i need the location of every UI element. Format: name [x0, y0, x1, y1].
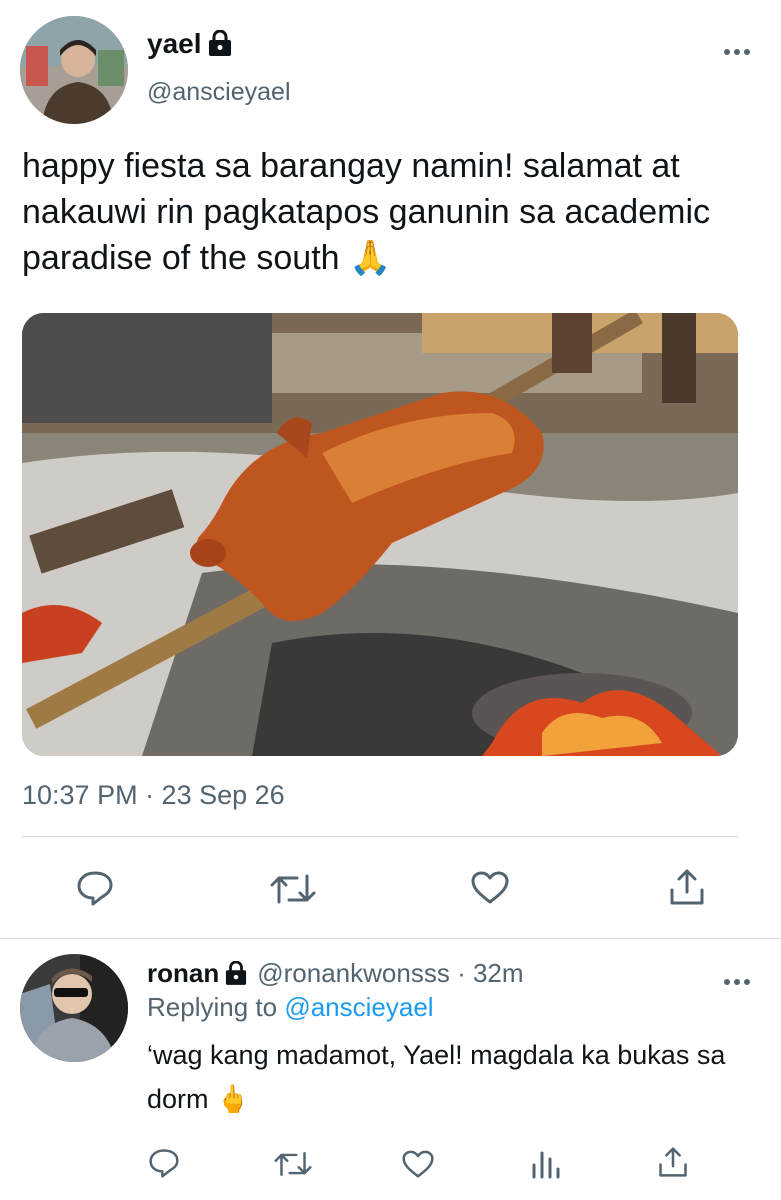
lock-icon: [208, 29, 232, 61]
reply-age[interactable]: 32m: [473, 958, 524, 988]
analytics-icon[interactable]: [531, 1147, 561, 1179]
more-options-icon[interactable]: [722, 37, 752, 63]
like-icon[interactable]: [471, 871, 509, 905]
author-avatar[interactable]: [20, 16, 128, 124]
replying-to-label: Replying to: [147, 992, 278, 1022]
author-name[interactable]: yael: [147, 28, 202, 59]
tweet-text: happy fiesta sa barangay namin! salamat …: [22, 147, 711, 277]
retweet-icon[interactable]: [274, 1150, 312, 1178]
reply-text: ‘wag kang madamot, Yael! magdala ka buka…: [147, 1040, 726, 1114]
share-icon[interactable]: [669, 868, 705, 906]
author-handle[interactable]: @anscieyael: [147, 78, 291, 107]
divider: [22, 836, 738, 837]
divider: [0, 938, 781, 939]
reply-author-name[interactable]: ronan: [147, 958, 219, 988]
tweet-timestamp[interactable]: 10:37 PM · 23 Sep 26: [22, 780, 285, 811]
replying-to: Replying to @anscieyael: [147, 992, 434, 1023]
separator-dot: ·: [457, 958, 466, 988]
replying-to-handle[interactable]: @anscieyael: [284, 992, 433, 1022]
tweet-photo[interactable]: [22, 313, 738, 756]
lock-icon: [225, 960, 247, 992]
share-icon[interactable]: [658, 1146, 688, 1178]
reply-icon[interactable]: [148, 1148, 180, 1178]
reply-header: ronan @ronankwonsss · 32m: [147, 958, 524, 992]
reply-icon[interactable]: [76, 870, 114, 906]
reply-author-avatar[interactable]: [20, 954, 128, 1062]
retweet-icon[interactable]: [270, 872, 316, 906]
reply-author-handle[interactable]: @ronankwonsss: [257, 958, 450, 988]
like-icon[interactable]: [402, 1150, 434, 1179]
more-options-icon[interactable]: [722, 967, 752, 993]
